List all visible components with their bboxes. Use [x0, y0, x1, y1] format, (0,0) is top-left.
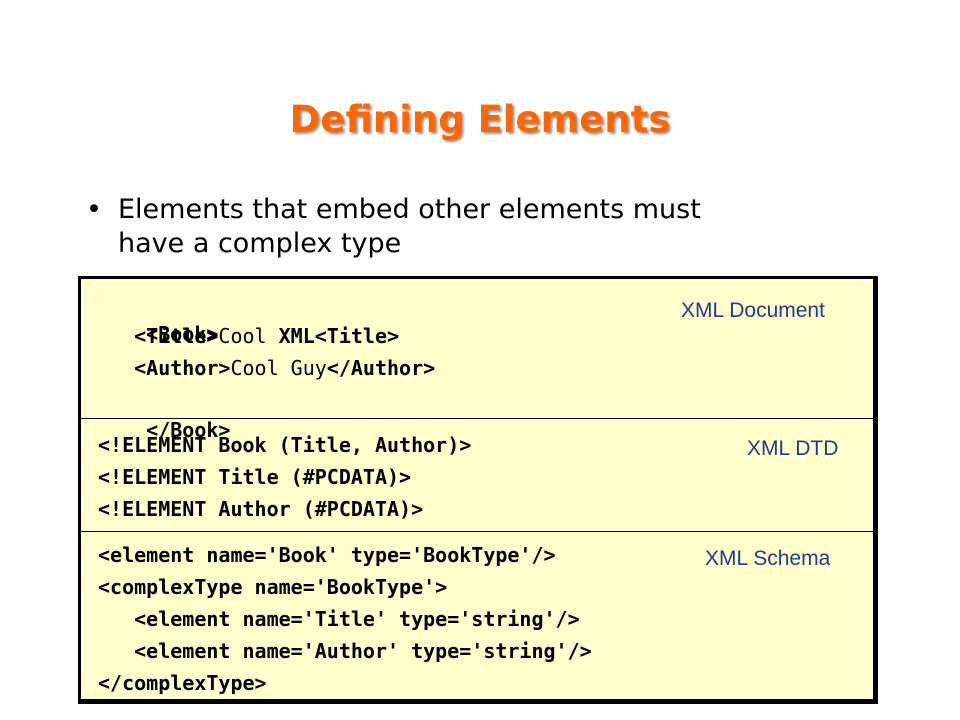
bullet-text-line-2: have a complex type — [118, 228, 402, 259]
schema-line-2: <complexType name='BookType'> — [98, 575, 448, 599]
bullet-text: Elements that embed other elements must … — [118, 193, 838, 261]
schema-line-1: <element name='Book' type='BookType'/> — [98, 543, 556, 567]
dtd-line-3: <!ELEMENT Author (#PCDATA)> — [98, 497, 424, 521]
schema-line-4: <element name='Author' type='string'/> — [98, 639, 592, 663]
doc-line-3: <Author>Cool Guy</Author> — [134, 356, 436, 380]
xml-document-label: XML Document — [681, 299, 825, 322]
dtd-line-2: <!ELEMENT Title (#PCDATA)> — [98, 465, 412, 489]
xml-schema-label: XML Schema — [705, 547, 831, 570]
bullet-text-line-1: Elements that embed other elements must — [118, 194, 701, 225]
doc-line-2: <Title>Cool XML<Title> — [134, 324, 400, 348]
bullet-marker: • — [86, 194, 102, 225]
section-divider-1 — [81, 418, 873, 419]
schema-line-3: <element name='Title' type='string'/> — [98, 607, 580, 631]
section-divider-2 — [81, 531, 873, 532]
code-example-box: <Book> <Title>Cool XML<Title> <Author>Co… — [78, 276, 878, 704]
schema-line-5: </complexType> — [98, 671, 267, 695]
slide-title: Defining Elements — [289, 98, 671, 141]
dtd-line-1: <!ELEMENT Book (Title, Author)> — [98, 433, 472, 457]
xml-dtd-label: XML DTD — [747, 437, 839, 460]
